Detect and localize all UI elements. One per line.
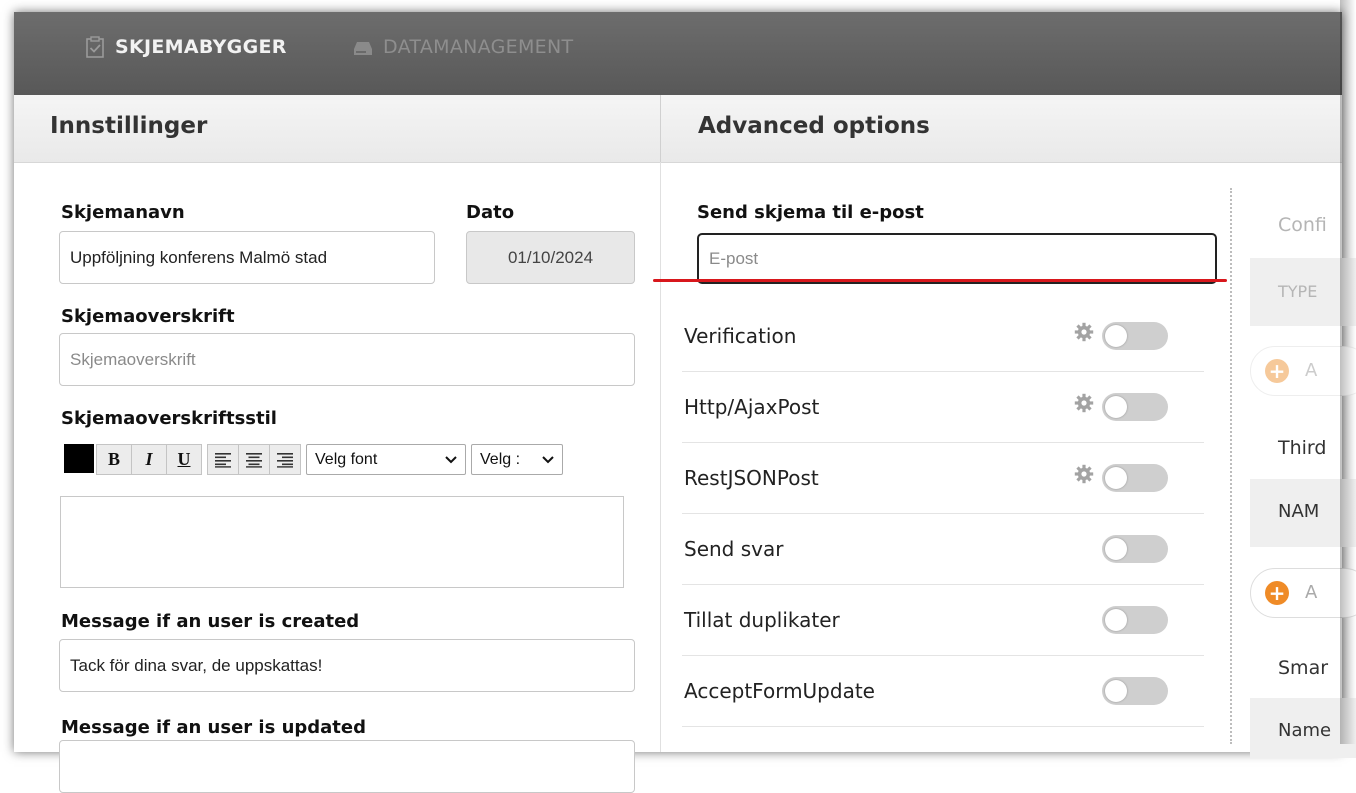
msg-updated-input[interactable] xyxy=(59,740,635,793)
send-svar-toggle[interactable] xyxy=(1102,535,1168,563)
plus-icon: + xyxy=(1265,359,1289,383)
nam-label: NAM xyxy=(1278,501,1320,522)
skjemaoverskrift-input[interactable]: Skjemaoverskrift xyxy=(59,333,635,386)
skjemaoverskrift-label: Skjemaoverskrift xyxy=(61,306,235,327)
font-select-value: Velg font xyxy=(315,450,378,468)
plus-icon: + xyxy=(1265,581,1289,605)
align-right-icon xyxy=(277,452,293,468)
acceptformupdate-toggle[interactable] xyxy=(1102,677,1168,705)
heading-style-editor[interactable] xyxy=(60,496,624,588)
restjsonpost-toggle[interactable] xyxy=(1102,464,1168,492)
name-label: Name xyxy=(1278,720,1332,741)
add-button-1-label: A xyxy=(1305,360,1318,381)
nav-datamanagement-label: DATAMANAGEMENT xyxy=(383,36,574,58)
option-row-send-svar: Send svar xyxy=(682,515,1204,585)
chevron-down-icon xyxy=(542,455,554,463)
option-label: Http/AjaxPost xyxy=(684,395,820,419)
dato-label: Dato xyxy=(466,202,515,223)
dotted-divider xyxy=(1230,188,1232,744)
option-label: Tillat duplikater xyxy=(684,608,840,632)
size-select[interactable]: Velg : xyxy=(471,444,563,475)
toggle-knob xyxy=(1105,396,1127,418)
msg-created-input[interactable]: Tack för dina svar, de uppskattas! xyxy=(59,639,635,692)
dato-input: 01/10/2024 xyxy=(466,231,635,284)
skjemanavn-label: Skjemanavn xyxy=(61,202,185,223)
chevron-down-icon xyxy=(445,455,457,463)
toggle-knob xyxy=(1105,680,1127,702)
skjemaoverskriftsstil-label: Skjemaoverskriftsstil xyxy=(61,408,277,429)
toggle-knob xyxy=(1105,467,1127,489)
edge-shadow xyxy=(1340,0,1356,744)
align-right-button[interactable] xyxy=(269,444,301,475)
underline-button[interactable]: U xyxy=(166,444,202,475)
advanced-header: Advanced options xyxy=(661,95,1342,163)
option-row-tillat-duplikater: Tillat duplikater xyxy=(682,586,1204,656)
option-row-restjsonpost: RestJSONPost xyxy=(682,444,1204,514)
email-label: Send skjema til e-post xyxy=(697,202,924,223)
align-center-button[interactable] xyxy=(238,444,270,475)
gear-icon[interactable] xyxy=(1074,393,1094,413)
drive-icon xyxy=(352,36,374,58)
gear-icon[interactable] xyxy=(1074,322,1094,342)
align-left-icon xyxy=(215,452,231,468)
confi-label: Confi xyxy=(1278,214,1327,236)
text-style-toolbar: B I U Velg font Velg : xyxy=(64,444,563,475)
nav-datamanagement[interactable]: DATAMANAGEMENT xyxy=(352,36,573,58)
option-label: Verification xyxy=(684,324,797,348)
advanced-title: Advanced options xyxy=(698,113,930,139)
toggle-knob xyxy=(1105,609,1127,631)
verification-toggle[interactable] xyxy=(1102,322,1168,350)
bold-button[interactable]: B xyxy=(96,444,132,475)
settings-header: Innstillinger xyxy=(14,95,661,163)
option-row-verification: Verification xyxy=(682,302,1204,372)
color-swatch[interactable] xyxy=(64,444,94,473)
settings-title: Innstillinger xyxy=(50,113,208,139)
option-label: AcceptFormUpdate xyxy=(684,679,875,703)
add-button-2-label: A xyxy=(1305,582,1318,603)
font-select[interactable]: Velg font xyxy=(306,444,466,475)
toggle-knob xyxy=(1105,538,1127,560)
top-nav-bar: SKJEMABYGGER DATAMANAGEMENT xyxy=(14,12,1342,95)
gear-icon[interactable] xyxy=(1074,464,1094,484)
tillat-duplikater-toggle[interactable] xyxy=(1102,606,1168,634)
nav-skjemabygger[interactable]: SKJEMABYGGER xyxy=(84,36,287,58)
email-input[interactable]: E-post xyxy=(697,233,1217,284)
highlight-underline xyxy=(653,279,1227,282)
httpajaxpost-toggle[interactable] xyxy=(1102,393,1168,421)
size-select-value: Velg : xyxy=(480,450,521,468)
option-row-acceptformupdate: AcceptFormUpdate xyxy=(682,657,1204,727)
option-label: Send svar xyxy=(684,537,784,561)
toggle-knob xyxy=(1105,325,1127,347)
nav-skjemabygger-label: SKJEMABYGGER xyxy=(115,36,287,58)
align-center-icon xyxy=(246,452,262,468)
skjemanavn-input[interactable]: Uppföljning konferens Malmö stad xyxy=(59,231,435,284)
third-label: Third xyxy=(1278,437,1327,459)
msg-updated-label: Message if an user is updated xyxy=(61,717,367,738)
align-left-button[interactable] xyxy=(207,444,239,475)
smar-label: Smar xyxy=(1278,657,1329,679)
msg-created-label: Message if an user is created xyxy=(61,611,360,632)
italic-button[interactable]: I xyxy=(131,444,167,475)
option-row-httpajaxpost: Http/AjaxPost xyxy=(682,373,1204,443)
column-divider xyxy=(660,162,661,752)
type-label: TYPE xyxy=(1278,282,1318,301)
clipboard-check-icon xyxy=(84,36,106,58)
option-label: RestJSONPost xyxy=(684,466,819,490)
